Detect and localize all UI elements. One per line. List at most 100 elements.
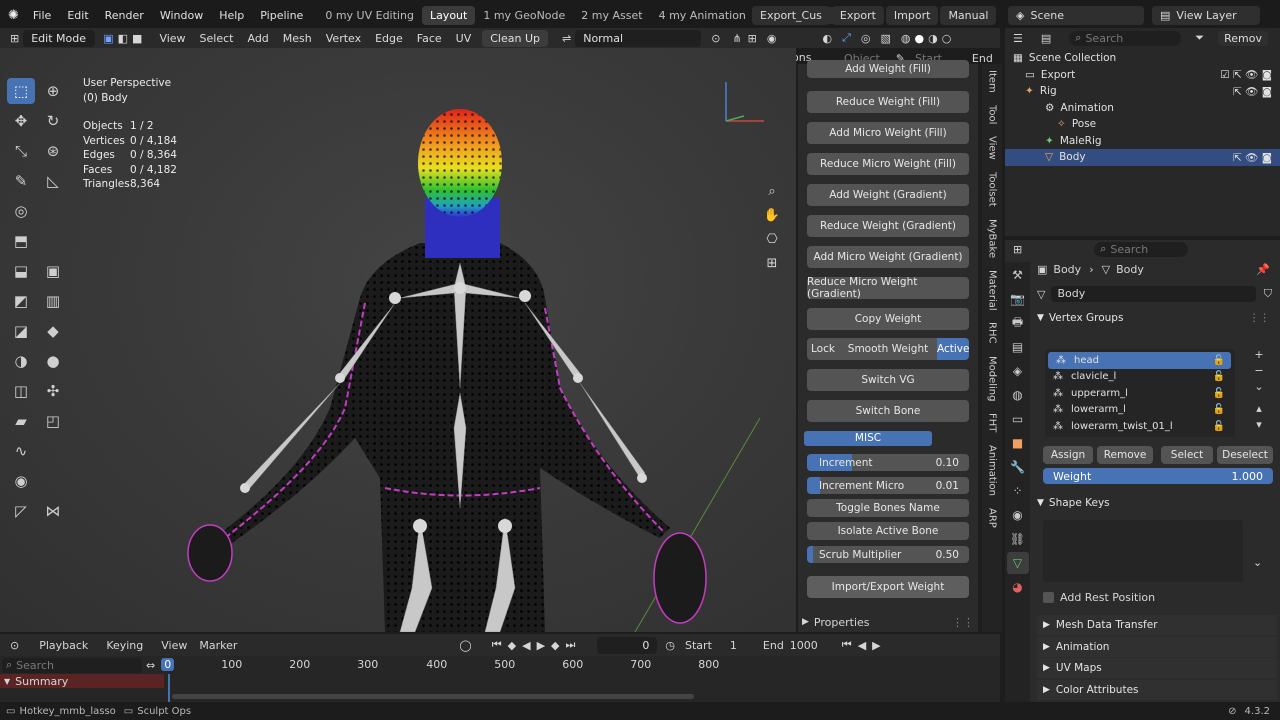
timeline-play-reverse-icon[interactable]: ◀	[858, 639, 866, 652]
properties-subpanel[interactable]: ▶ Properties ⋮⋮	[802, 614, 974, 630]
summary-channel[interactable]: ▼ Summary	[0, 674, 164, 688]
view-layer-tab-icon[interactable]: ▤	[1007, 336, 1029, 358]
remove-button[interactable]: Remov	[1218, 30, 1268, 46]
physics-tab-icon[interactable]: ◉	[1007, 504, 1029, 526]
tab-item[interactable]: Item	[987, 64, 998, 99]
menu-edge[interactable]: Edge	[368, 32, 410, 45]
poly-build-tool-icon[interactable]: ◆	[39, 318, 67, 344]
outliner-row-export[interactable]: ▭ Export ☑ ⇱ 👁 ◙	[1005, 67, 1280, 84]
shape-keys-list[interactable]	[1043, 520, 1243, 582]
swap-icon[interactable]: ⇔	[146, 659, 155, 672]
reduce-weight-gradient-button[interactable]: Reduce Weight (Gradient)	[807, 215, 969, 237]
cursor-tool-icon[interactable]: ⊕	[39, 78, 67, 104]
timeline-search[interactable]: ⌕ Search	[2, 657, 142, 673]
playhead-frame[interactable]: 0	[161, 658, 175, 671]
select-button[interactable]: Select	[1161, 446, 1213, 464]
extrude-tool-icon[interactable]: ⬓	[7, 258, 35, 284]
prev-key-icon[interactable]: ◆	[508, 639, 516, 652]
tab-animation[interactable]: 4 my Animation	[651, 6, 754, 25]
tab-uv-editing[interactable]: 0 my UV Editing	[317, 6, 422, 25]
play-reverse-icon[interactable]: ◀	[522, 639, 530, 652]
lock-button[interactable]: Lock	[807, 343, 839, 355]
timeline-jump-start-icon[interactable]: ⏮	[842, 638, 852, 652]
camera-icon[interactable]: ⎔	[762, 232, 782, 256]
end-field[interactable]: End	[972, 52, 993, 65]
reduce-weight-fill-button[interactable]: Reduce Weight (Fill)	[807, 91, 969, 113]
zoom-icon[interactable]: ⌕	[762, 184, 782, 208]
remove-group-icon[interactable]: −	[1251, 364, 1267, 380]
object-tab-icon[interactable]: ■	[1007, 432, 1029, 454]
properties-search[interactable]: ⌕ Search	[1094, 241, 1189, 257]
shape-keys-header[interactable]: ▼ Shape Keys	[1037, 494, 1273, 512]
add-micro-weight-fill-button[interactable]: Add Micro Weight (Fill)	[807, 122, 969, 144]
data-tab-icon[interactable]: ▽	[1006, 552, 1029, 574]
snap-grid-icon[interactable]: ⊞	[748, 32, 757, 45]
start-frame-value[interactable]: 1	[730, 639, 737, 652]
output-tab-icon[interactable]: 🖶	[1007, 312, 1029, 334]
modifier-tab-icon[interactable]: 🔧	[1007, 456, 1029, 478]
snap-icon[interactable]: ⋔	[732, 32, 741, 45]
orientation-selector[interactable]: Normal	[575, 29, 702, 47]
menu-render[interactable]: Render	[97, 9, 152, 22]
shrink-tool-icon[interactable]: ✣	[39, 378, 67, 404]
face-select-icon[interactable]: ■	[132, 32, 142, 45]
blender-logo-icon[interactable]: ✺	[8, 8, 19, 23]
material-shading-icon[interactable]: ◑	[928, 32, 938, 45]
outliner-editor-icon[interactable]: ☰	[1013, 32, 1023, 45]
mesh-data-transfer-section[interactable]: ▶ Mesh Data Transfer	[1037, 615, 1277, 635]
mesh-data-icon[interactable]: ▽	[1037, 288, 1045, 301]
clean-up-button[interactable]: Clean Up	[482, 29, 548, 47]
uv-maps-section[interactable]: ▶ UV Maps	[1037, 658, 1277, 678]
lock-icon[interactable]: 🔓	[1213, 421, 1225, 432]
vertex-group-head[interactable]: ⁂ head 🔓	[1048, 352, 1231, 369]
toggle-bones-name-button[interactable]: Toggle Bones Name	[807, 499, 969, 517]
smooth-tool-icon[interactable]: ●	[39, 348, 67, 374]
inset-tool-icon[interactable]: ▣	[39, 258, 67, 284]
outliner-row-pose[interactable]: ✧ Pose	[1005, 116, 1280, 133]
xray-icon[interactable]: ▧	[881, 32, 891, 45]
tab-modeling[interactable]: Modeling	[987, 350, 998, 408]
mode-selector[interactable]: Edit Mode	[23, 29, 96, 47]
tab-geonode[interactable]: 1 my GeoNode	[475, 6, 573, 25]
move-up-icon[interactable]: ▴	[1251, 402, 1267, 418]
spin-tool-icon[interactable]: ◑	[7, 348, 35, 374]
loopcut-tool-icon[interactable]: ▥	[39, 288, 67, 314]
row-controls[interactable]: ⇱ 👁 ◙	[1233, 151, 1272, 164]
end-frame-value[interactable]: 1000	[790, 639, 818, 652]
timeline-editor-icon[interactable]: ⊙	[10, 639, 19, 652]
tab-animation[interactable]: Animation	[987, 439, 998, 502]
bevel-tool-icon[interactable]: ◩	[7, 288, 35, 314]
knife-tool-icon[interactable]: ◪	[7, 318, 35, 344]
tab-arp[interactable]: ARP	[987, 502, 998, 534]
play-icon[interactable]: ▶	[537, 639, 545, 652]
scene-selector[interactable]: ◈ Scene	[1008, 5, 1144, 25]
add-micro-weight-gradient-button[interactable]: Add Micro Weight (Gradient)	[807, 246, 969, 268]
drag-handle-icon[interactable]: ⋮⋮	[952, 616, 974, 629]
add-group-icon[interactable]: +	[1251, 348, 1267, 364]
scale-tool-icon[interactable]: ⤡	[7, 138, 35, 164]
jump-end-icon[interactable]: ⏭	[566, 638, 576, 652]
isolate-active-bone-button[interactable]: Isolate Active Bone	[807, 522, 969, 540]
lock-icon[interactable]: 🔓	[1213, 404, 1225, 415]
collection-tab-icon[interactable]: ▭	[1007, 408, 1029, 430]
reduce-micro-weight-gradient-button[interactable]: Reduce Micro Weight (Gradient)	[807, 276, 969, 300]
keying-menu[interactable]: Keying	[106, 639, 143, 652]
vertex-group-lowerarm-twist[interactable]: ⁂ lowerarm_twist_01_l 🔓	[1045, 418, 1235, 435]
tab-material[interactable]: Material	[987, 264, 998, 317]
weight-slider[interactable]: Weight 1.000	[1043, 468, 1273, 484]
pin-icon[interactable]: 📌	[1256, 263, 1270, 276]
timeline-scrollbar[interactable]	[172, 694, 694, 699]
add-weight-gradient-button[interactable]: Add Weight (Gradient)	[807, 184, 969, 206]
outliner-search[interactable]: ⌕ Search	[1069, 30, 1182, 46]
filter-icon[interactable]: ⏷	[1195, 31, 1204, 45]
tab-layout[interactable]: Layout	[421, 5, 476, 25]
view-layer-selector[interactable]: ▤ View Layer	[1152, 5, 1260, 25]
constraints-tab-icon[interactable]: ⛓	[1007, 528, 1029, 550]
outliner-row-body[interactable]: ▽ Body ⇱ 👁 ◙	[1005, 149, 1280, 166]
checkbox[interactable]	[1043, 591, 1054, 603]
vertex-group-lowerarm-l[interactable]: ⁂ lowerarm_l 🔓	[1045, 402, 1235, 419]
menu-mesh[interactable]: Mesh	[276, 32, 319, 45]
menu-vertex[interactable]: Vertex	[319, 32, 368, 45]
copy-weight-button[interactable]: Copy Weight	[807, 308, 969, 330]
material-tab-icon[interactable]: ◕	[1007, 576, 1029, 598]
